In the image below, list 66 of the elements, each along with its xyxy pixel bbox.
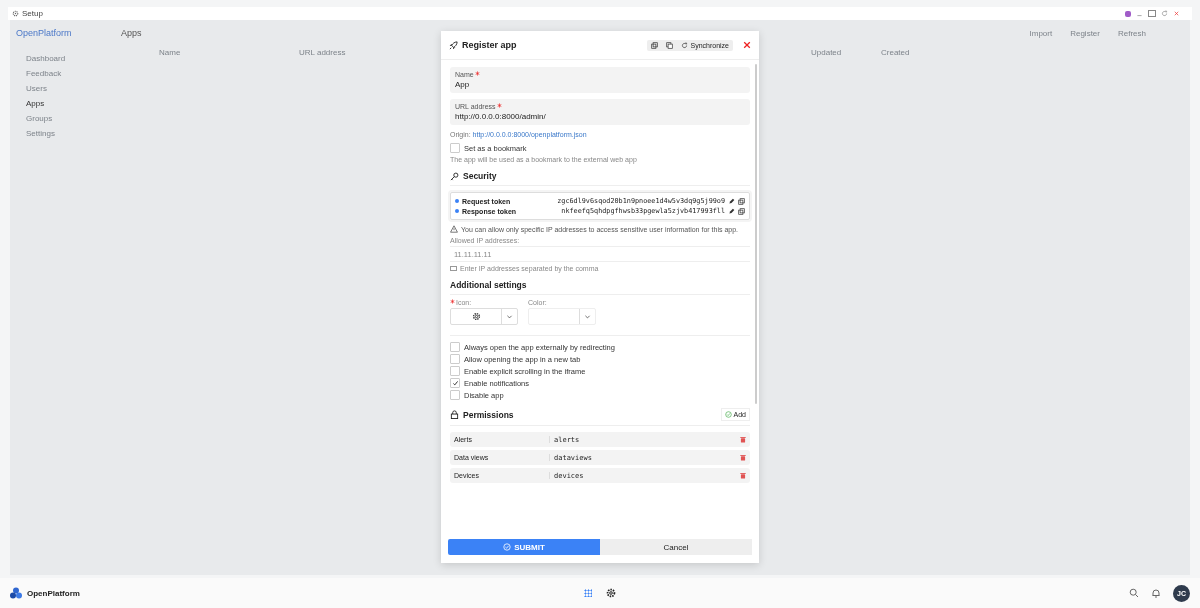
- caret-icon: [584, 313, 591, 320]
- scrollbar[interactable]: [755, 64, 757, 404]
- toolbar-button[interactable]: Import: [1029, 28, 1053, 38]
- close-icon[interactable]: [743, 41, 751, 49]
- search-icon[interactable]: [1129, 588, 1139, 598]
- toolbar-button[interactable]: Refresh: [1118, 28, 1146, 38]
- refresh-icon[interactable]: [1161, 10, 1168, 17]
- warning-icon: [450, 225, 458, 233]
- extension-icon[interactable]: [1125, 10, 1131, 17]
- logo-icon: [10, 587, 22, 599]
- key-icon: [450, 171, 459, 181]
- section-title: Additional settings: [450, 280, 527, 290]
- taskbar-brand: OpenPlatform: [27, 588, 80, 598]
- sidebar-item[interactable]: Dashboard: [16, 54, 111, 63]
- rocket-icon: [449, 40, 458, 50]
- column-header: Created: [881, 48, 910, 57]
- apps-grid-icon[interactable]: [584, 589, 592, 597]
- gear-icon: [12, 10, 19, 17]
- bullet-icon: [455, 209, 459, 213]
- sidebar-item[interactable]: Groups: [16, 114, 111, 123]
- submit-button[interactable]: SUBMIT: [448, 539, 600, 555]
- gear-icon[interactable]: [606, 588, 616, 598]
- column-header: URL address: [299, 48, 347, 57]
- sidebar-item[interactable]: Feedback: [16, 69, 111, 78]
- asterisk-icon: [450, 299, 455, 304]
- icon-select[interactable]: [450, 308, 518, 325]
- text-input[interactable]: App: [455, 80, 745, 89]
- checkbox[interactable]: [450, 143, 460, 153]
- checkbox[interactable]: [450, 366, 460, 376]
- copy-icon[interactable]: [738, 197, 745, 205]
- text-input[interactable]: http://0.0.0.0:8000/admin/: [455, 112, 745, 121]
- sidebar-item[interactable]: Apps: [16, 99, 111, 108]
- copy-icon[interactable]: [738, 207, 745, 215]
- checkbox[interactable]: [450, 342, 460, 352]
- section-title: Permissions: [463, 409, 515, 420]
- sidebar-item[interactable]: Settings: [16, 129, 111, 138]
- window-title: Setup: [22, 9, 43, 18]
- column-header: Updated: [811, 48, 843, 57]
- bell-icon[interactable]: [1151, 588, 1161, 598]
- check-circle-icon: [724, 411, 732, 418]
- dialog-title: Register app: [462, 40, 518, 50]
- sidebar-item[interactable]: Users: [16, 84, 111, 93]
- asterisk-icon: [496, 103, 502, 108]
- close-icon[interactable]: [1173, 10, 1180, 17]
- lock-icon: [450, 410, 459, 419]
- color-select[interactable]: [528, 308, 596, 325]
- trash-icon[interactable]: [740, 472, 746, 479]
- section-title: Security: [463, 171, 497, 181]
- toolbar-button[interactable]: Register: [1070, 28, 1100, 38]
- app-brand: OpenPlatform: [16, 28, 73, 38]
- refresh-icon: [681, 41, 689, 49]
- trash-icon[interactable]: [740, 436, 746, 443]
- column-header: Name: [159, 48, 182, 57]
- checkbox[interactable]: [450, 354, 460, 364]
- checkbox[interactable]: [450, 390, 460, 400]
- caret-icon: [506, 313, 513, 320]
- maximize-icon[interactable]: [1148, 10, 1156, 17]
- keyboard-icon: [450, 266, 457, 271]
- gear-icon: [471, 312, 481, 321]
- trash-icon[interactable]: [740, 454, 746, 461]
- cancel-button[interactable]: Cancel: [600, 539, 752, 555]
- asterisk-icon: [474, 71, 480, 76]
- page-title: Apps: [121, 28, 142, 38]
- bullet-icon: [455, 199, 459, 203]
- check-circle-icon: [503, 543, 512, 551]
- checkbox[interactable]: [450, 378, 460, 388]
